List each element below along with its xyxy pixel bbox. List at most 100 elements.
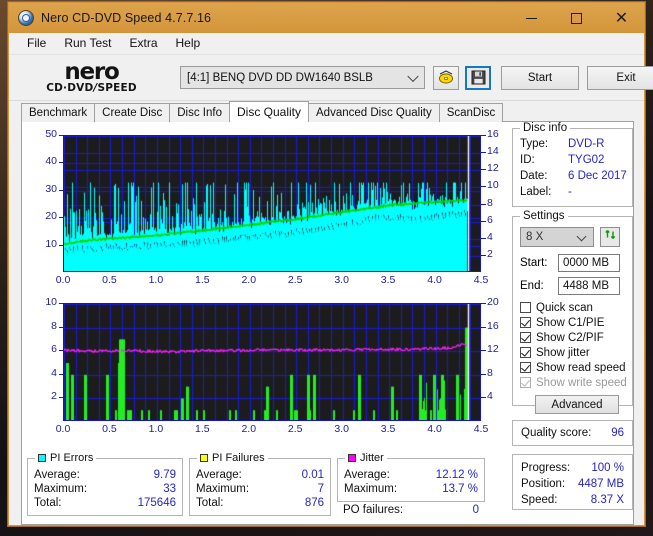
pi-failures-plot-area xyxy=(63,303,481,421)
po-failures-label: PO failures: xyxy=(343,504,404,516)
axis-tick xyxy=(481,373,486,375)
axis-tick-label: 10 xyxy=(45,237,57,250)
close-button[interactable]: ✕ xyxy=(599,3,644,33)
menu-run-test[interactable]: Run Test xyxy=(55,34,120,53)
pi-failures-total-label: Total: xyxy=(196,497,224,509)
axis-tick-label: 30 xyxy=(45,182,57,195)
table-row: Average: 9.79 xyxy=(28,468,182,482)
table-row: Total: 175646 xyxy=(28,496,182,510)
axis-tick-label: 50 xyxy=(45,128,57,140)
advanced-button[interactable]: Advanced xyxy=(535,395,619,414)
menu-help[interactable]: Help xyxy=(167,34,210,53)
menu-extra[interactable]: Extra xyxy=(120,34,166,53)
charts-column: 10 20 30 40 50 2 4 6 8 10 12 14 16 0.0 0.5 1.0 1.5 2.0 2… xyxy=(22,122,506,524)
axis-tick-label: 4 xyxy=(487,390,493,403)
axis-tick xyxy=(481,303,486,304)
checkbox-show-jitter[interactable]: Show jitter xyxy=(513,345,632,360)
quality-score-group: Quality score: 96 xyxy=(512,420,633,446)
axis-tick-label: 0.5 xyxy=(102,423,117,435)
checkbox-show-c2-pif[interactable]: Show C2/PIF xyxy=(513,330,632,345)
axis-tick-label: 4.0 xyxy=(427,274,442,286)
start-button[interactable]: Start xyxy=(501,65,579,90)
minimize-button[interactable] xyxy=(509,3,554,33)
axis-tick-label: 3.0 xyxy=(334,274,349,286)
axis-tick xyxy=(59,350,63,352)
close-icon: ✕ xyxy=(614,8,629,27)
axis-tick xyxy=(59,397,63,399)
axis-tick-label: 4 xyxy=(51,366,57,379)
exit-button[interactable]: Exit xyxy=(587,65,653,90)
axis-tick-label: 4.5 xyxy=(473,274,489,286)
checkbox-show-c2-pif-label: Show C2/PIF xyxy=(536,331,604,344)
speed-row: 8 X xyxy=(520,227,620,247)
speed-label: Speed: xyxy=(521,494,558,506)
quality-score-label: Quality score: xyxy=(521,427,592,439)
speed-select[interactable]: 8 X xyxy=(520,227,594,247)
tab-disc-info[interactable]: Disc Info xyxy=(169,103,230,122)
axis-tick xyxy=(481,350,486,352)
disc-id-row: ID: TYG02 xyxy=(513,152,632,168)
checkbox-show-write-speed: Show write speed xyxy=(513,375,632,390)
axis-tick xyxy=(481,135,486,136)
axis-tick-label: 1.5 xyxy=(195,274,210,286)
logo-wordmark: nero xyxy=(64,58,120,85)
tab-advanced-disc-quality[interactable]: Advanced Disc Quality xyxy=(308,103,440,122)
tab-disc-quality[interactable]: Disc Quality xyxy=(229,101,310,122)
pi-failures-average-label: Average: xyxy=(196,469,242,481)
axis-tick-label: 4.0 xyxy=(427,423,442,435)
disc-type-label: Type: xyxy=(520,138,549,150)
axis-tick-label: 3.5 xyxy=(380,274,396,286)
start-mb-input[interactable]: 0000 MB xyxy=(558,254,620,272)
checkbox-quick-scan[interactable]: Quick scan xyxy=(513,300,632,315)
drive-select-value: [4:1] BENQ DVD DD DW1640 BSLB xyxy=(187,71,373,84)
axis-tick-label: 2.5 xyxy=(287,423,303,435)
quality-score-row: Quality score: 96 xyxy=(513,421,632,441)
tab-scandisc[interactable]: ScanDisc xyxy=(438,103,504,122)
progress-row: Progress: 100 % xyxy=(513,460,632,476)
axis-tick-label: 1.0 xyxy=(148,274,164,286)
progress-group: Progress: 100 % Position: 4487 MB Speed: 8.… xyxy=(512,454,633,510)
nero-logo: nero CD·DVD/SPEED xyxy=(19,58,164,98)
checkbox-show-read-speed[interactable]: Show read speed xyxy=(513,360,632,375)
pi-errors-maximum-value: 33 xyxy=(163,483,176,495)
pi-failures-average-value: 0.01 xyxy=(301,469,324,481)
menu-file[interactable]: File xyxy=(18,34,55,53)
maximize-button[interactable] xyxy=(554,3,599,33)
pi-errors-average-label: Average: xyxy=(34,469,80,481)
axis-tick-label: 8 xyxy=(487,366,493,379)
pi-errors-legend-label: PI Errors xyxy=(50,452,94,464)
chevron-down-icon xyxy=(407,70,419,82)
checkbox-icon xyxy=(520,347,531,358)
eject-disc-icon xyxy=(438,70,455,85)
end-mb-label: End: xyxy=(520,280,544,292)
axis-tick xyxy=(481,169,486,171)
axis-tick xyxy=(59,326,63,328)
axis-tick-label: 3.5 xyxy=(380,423,396,435)
axis-tick-label: 2.5 xyxy=(287,274,303,286)
position-label: Position: xyxy=(521,478,566,490)
end-mb-input[interactable]: 4488 MB xyxy=(558,277,620,295)
tab-create-disc[interactable]: Create Disc xyxy=(94,103,171,122)
axis-tick-label: 0.5 xyxy=(102,274,117,286)
axis-tick-label: 10 xyxy=(487,179,499,192)
toolbar: nero CD·DVD/SPEED [4:1] BENQ DVD DD DW16… xyxy=(9,55,653,101)
checkbox-show-c1-pie[interactable]: Show C1/PIE xyxy=(513,315,632,330)
maximize-icon xyxy=(571,12,582,24)
axis-tick-label: 2 xyxy=(51,390,57,403)
pi-errors-average-value: 9.79 xyxy=(153,469,176,481)
start-mb-label: Start: xyxy=(520,257,548,269)
pi-errors-stats: PI Errors Average: 9.79 Maximum: 33 Total:… xyxy=(27,452,183,516)
save-button[interactable] xyxy=(465,65,491,90)
minimize-icon xyxy=(526,17,537,19)
axis-tick-label: 14 xyxy=(487,145,499,158)
refresh-button[interactable] xyxy=(600,227,620,247)
axis-tick-label: 6 xyxy=(51,343,57,356)
checkbox-icon xyxy=(520,317,531,328)
pi-errors-total-label: Total: xyxy=(34,497,62,509)
tab-benchmark[interactable]: Benchmark xyxy=(21,103,96,122)
pi-failures-legend-label: PI Failures xyxy=(212,452,265,464)
drive-select[interactable]: [4:1] BENQ DVD DD DW1640 BSLB xyxy=(180,66,425,89)
pi-errors-chart: 10 20 30 40 50 2 4 6 8 10 12 14 16 0.0 0.5 1.0 1.5 2.0 2… xyxy=(22,126,506,292)
eject-button[interactable] xyxy=(433,65,459,90)
axis-tick-label: 6 xyxy=(487,213,493,226)
